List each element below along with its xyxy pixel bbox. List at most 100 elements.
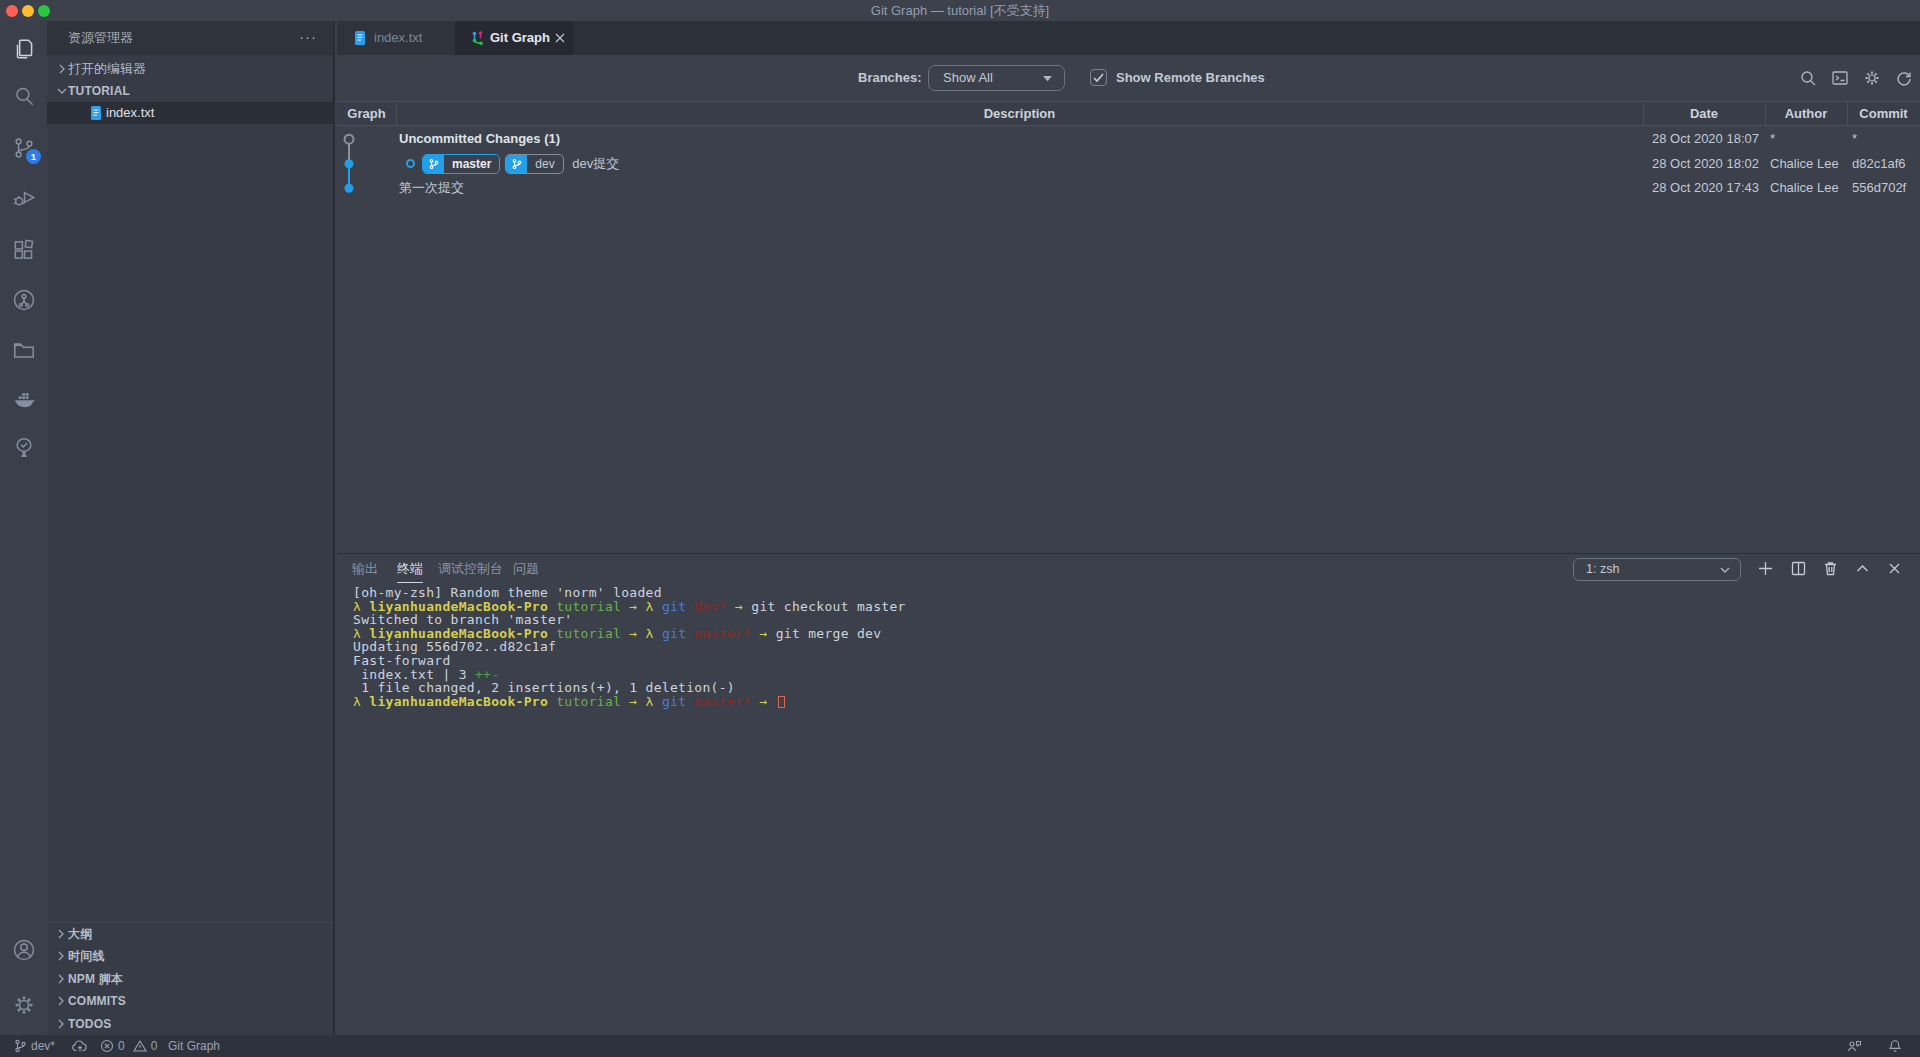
sidebar-item-run-debug[interactable] bbox=[11, 185, 37, 211]
terminal-cursor bbox=[778, 696, 785, 708]
chevron-right-icon bbox=[54, 994, 68, 1008]
commit-hash: * bbox=[1852, 127, 1857, 152]
commit-author: * bbox=[1770, 127, 1775, 152]
commit-date: 28 Oct 2020 18:02 bbox=[1652, 152, 1759, 177]
sidebar-item-remote-explorer[interactable] bbox=[11, 337, 37, 363]
tab-git-graph[interactable]: Git Graph bbox=[455, 21, 573, 55]
terminal-line: λ liyanhuandeMacBook-Pro tutorial → λ gi… bbox=[353, 695, 1553, 709]
branch-badge-master[interactable]: master bbox=[422, 154, 500, 174]
search-icon bbox=[1799, 69, 1817, 87]
column-header-graph: Graph bbox=[337, 102, 396, 125]
terminal-line: Fast-forward bbox=[353, 654, 1553, 668]
commit-description: masterdev dev提交 bbox=[406, 152, 619, 177]
panel-tab-输出[interactable]: 输出 bbox=[352, 554, 378, 583]
sidebar-section-COMMITS[interactable]: COMMITS bbox=[47, 990, 333, 1012]
find-button[interactable] bbox=[1799, 69, 1817, 87]
kill-terminal-button[interactable] bbox=[1822, 560, 1839, 577]
gear-icon bbox=[11, 992, 37, 1018]
close-icon[interactable] bbox=[554, 32, 566, 44]
text-file-icon bbox=[88, 105, 104, 121]
head-indicator bbox=[406, 159, 415, 168]
trash-icon bbox=[1822, 560, 1839, 577]
feedback-button[interactable] bbox=[1846, 1035, 1862, 1057]
tree-item-index-txt[interactable]: index.txt bbox=[47, 102, 333, 124]
column-divider bbox=[1643, 102, 1644, 125]
chevron-right-icon bbox=[54, 972, 68, 986]
sidebar-item-search[interactable] bbox=[11, 83, 37, 109]
commit-table-header: GraphDescriptionDateAuthorCommit bbox=[337, 101, 1920, 126]
chevron-right-icon bbox=[54, 1017, 68, 1031]
refresh-icon bbox=[1895, 69, 1913, 87]
sidebar-section-TODOS[interactable]: TODOS bbox=[47, 1013, 333, 1035]
branch-indicator[interactable]: dev* bbox=[14, 1035, 55, 1057]
titlebar: Git Graph — tutorial [不受支持] bbox=[0, 0, 1920, 21]
account-icon bbox=[11, 937, 37, 963]
branches-label: Branches: bbox=[858, 55, 922, 101]
panel-tab-调试控制台[interactable]: 调试控制台 bbox=[438, 554, 503, 583]
git-history-icon bbox=[11, 287, 37, 313]
tree-item-open-editors[interactable]: 打开的编辑器 bbox=[47, 58, 333, 80]
sidebar-item-extensions[interactable] bbox=[11, 237, 37, 263]
open-terminal-button[interactable] bbox=[1831, 69, 1849, 87]
sidebar-section-大纲[interactable]: 大纲 bbox=[47, 923, 333, 945]
commit-date: 28 Oct 2020 18:07 bbox=[1652, 127, 1759, 152]
tab-index-txt[interactable]: index.txt bbox=[337, 21, 455, 55]
git-graph-icon bbox=[470, 30, 486, 46]
sidebar-item-explorer[interactable] bbox=[11, 36, 37, 62]
settings-button-view[interactable] bbox=[1863, 69, 1881, 87]
gear-icon bbox=[1863, 69, 1881, 87]
settings-button[interactable] bbox=[11, 992, 37, 1018]
scm-badge: 1 bbox=[26, 149, 41, 164]
close-panel-button[interactable] bbox=[1886, 560, 1903, 577]
sidebar-header: 资源管理器 ··· bbox=[47, 21, 333, 55]
branch-badge-dev[interactable]: dev bbox=[505, 154, 563, 174]
todo-tree-icon bbox=[11, 435, 37, 461]
terminal-icon bbox=[1831, 69, 1849, 87]
commit-row[interactable]: 第一次提交28 Oct 2020 17:43Chalice Lee556d702… bbox=[337, 176, 1920, 201]
show-remote-branches-checkbox[interactable] bbox=[1090, 69, 1107, 86]
search-icon bbox=[11, 83, 37, 109]
extensions-icon bbox=[11, 237, 37, 263]
git-graph-status-item[interactable]: Git Graph bbox=[168, 1035, 220, 1057]
chevron-right-icon bbox=[54, 949, 68, 963]
account-button[interactable] bbox=[11, 937, 37, 963]
terminal-line: 1 file changed, 2 insertions(+), 1 delet… bbox=[353, 681, 1553, 695]
commit-description: 第一次提交 bbox=[399, 176, 464, 201]
panel-tab-问题[interactable]: 问题 bbox=[513, 554, 539, 583]
more-actions-button[interactable]: ··· bbox=[299, 21, 317, 52]
commit-author: Chalice Lee bbox=[1770, 152, 1839, 177]
column-header-author: Author bbox=[1765, 102, 1847, 125]
activity-bar: 1 bbox=[0, 21, 47, 1035]
notifications-button[interactable] bbox=[1888, 1035, 1902, 1057]
refresh-button[interactable] bbox=[1895, 69, 1913, 87]
sidebar-bottom-sections: 大纲时间线NPM 脚本COMMITSTODOS bbox=[47, 922, 333, 1035]
plus-icon bbox=[1757, 560, 1774, 577]
sidebar-item-git-history[interactable] bbox=[11, 287, 37, 313]
terminal-select[interactable]: 1: zsh bbox=[1573, 558, 1741, 581]
problems-indicator[interactable]: 0 0 bbox=[100, 1035, 157, 1057]
sidebar-title: 资源管理器 bbox=[68, 21, 133, 55]
chevron-down-icon bbox=[55, 84, 69, 98]
error-icon bbox=[100, 1039, 114, 1053]
bell-icon bbox=[1888, 1039, 1902, 1053]
folder-icon bbox=[11, 337, 37, 363]
branches-dropdown[interactable]: Show All bbox=[928, 65, 1065, 91]
files-icon bbox=[11, 36, 37, 62]
sidebar-section-时间线[interactable]: 时间线 bbox=[47, 945, 333, 967]
commit-row[interactable]: Uncommitted Changes (1)28 Oct 2020 18:07… bbox=[337, 127, 1920, 152]
commit-author: Chalice Lee bbox=[1770, 176, 1839, 201]
commit-row[interactable]: masterdev dev提交 28 Oct 2020 18:02 Chalice … bbox=[337, 152, 1920, 177]
new-terminal-button[interactable] bbox=[1757, 560, 1774, 577]
tree-item-tutorial-folder[interactable]: TUTORIAL bbox=[47, 80, 333, 102]
maximize-panel-button[interactable] bbox=[1854, 560, 1871, 577]
split-terminal-button[interactable] bbox=[1790, 560, 1807, 577]
sidebar-section-NPM 脚本[interactable]: NPM 脚本 bbox=[47, 968, 333, 990]
sidebar-item-todo-tree[interactable] bbox=[11, 435, 37, 461]
window-title: Git Graph — tutorial [不受支持] bbox=[0, 0, 1920, 21]
terminal-output[interactable]: [oh-my-zsh] Random theme 'norm' loadedλ … bbox=[353, 586, 1553, 708]
cloud-upload-icon bbox=[72, 1039, 88, 1053]
sidebar-item-source-control[interactable]: 1 bbox=[11, 135, 37, 161]
sidebar-item-docker[interactable] bbox=[11, 386, 37, 412]
sync-button[interactable] bbox=[72, 1035, 88, 1057]
panel-tab-终端[interactable]: 终端 bbox=[397, 554, 423, 583]
